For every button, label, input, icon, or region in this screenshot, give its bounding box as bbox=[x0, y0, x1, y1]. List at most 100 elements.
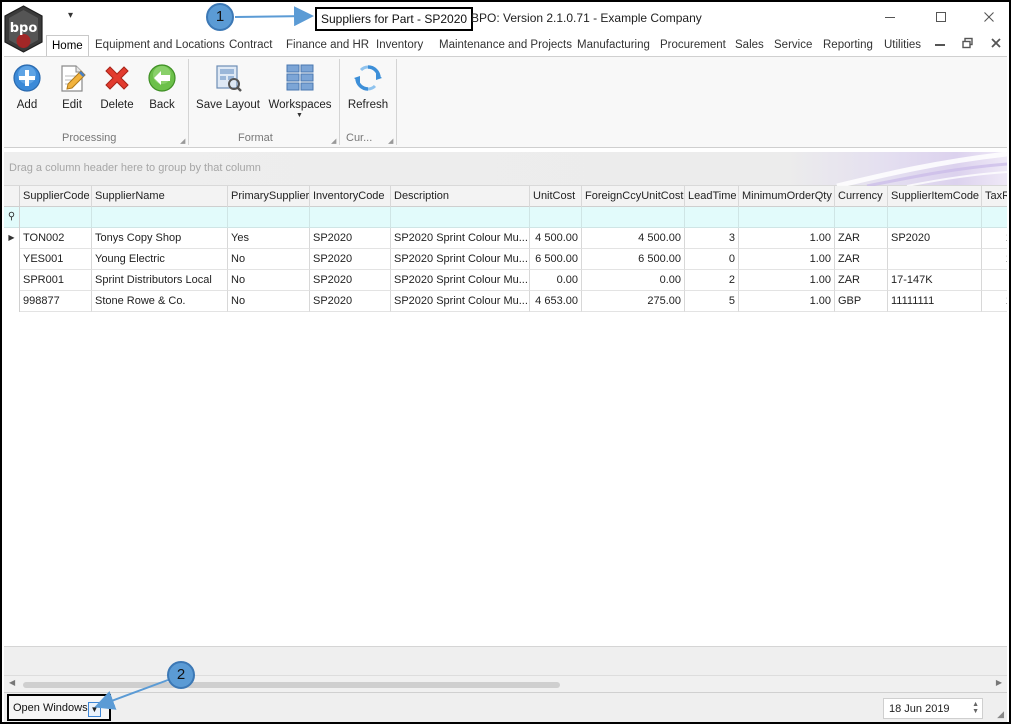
scroll-left-icon[interactable]: ◀ bbox=[9, 678, 15, 687]
horizontal-scrollbar[interactable]: ◀ ▶ bbox=[4, 675, 1007, 692]
mdi-restore-button[interactable] bbox=[962, 37, 974, 52]
group-by-panel[interactable]: Drag a column header here to group by th… bbox=[4, 152, 1007, 186]
cell-suppliercode[interactable]: SPR001 bbox=[20, 270, 92, 291]
cell-taxrate[interactable]: 15 bbox=[982, 291, 1007, 312]
filter-description[interactable] bbox=[391, 207, 530, 228]
row-indicator[interactable] bbox=[4, 249, 20, 270]
tab-service[interactable]: Service bbox=[774, 35, 812, 56]
tab-procurement[interactable]: Procurement bbox=[660, 35, 726, 56]
refresh-button[interactable]: Refresh bbox=[345, 62, 391, 114]
cell-suppliercode[interactable]: TON002 bbox=[20, 228, 92, 249]
cell-suppliername[interactable]: Stone Rowe & Co. bbox=[92, 291, 228, 312]
cell-taxrate[interactable]: 0 bbox=[982, 270, 1007, 291]
tab-reporting[interactable]: Reporting bbox=[823, 35, 873, 56]
cell-leadtime[interactable]: 5 bbox=[685, 291, 739, 312]
filter-suppliername[interactable] bbox=[92, 207, 228, 228]
cell-leadtime[interactable]: 3 bbox=[685, 228, 739, 249]
cell-foreignccyunitcost[interactable]: 0.00 bbox=[582, 270, 685, 291]
tab-contract[interactable]: Contract bbox=[229, 35, 272, 56]
cell-minimumorderqty[interactable]: 1.00 bbox=[739, 228, 835, 249]
table-row[interactable]: 998877 Stone Rowe & Co. No SP2020 SP2020 Spr… bbox=[4, 291, 1007, 312]
cell-supplieritemcode[interactable]: SP2020 bbox=[888, 228, 982, 249]
col-header-taxrate[interactable]: TaxR bbox=[982, 186, 1007, 207]
tab-equipment-and-locations[interactable]: Equipment and Locations bbox=[95, 35, 225, 56]
cell-unitcost[interactable]: 4 500.00 bbox=[530, 228, 582, 249]
col-header-leadtime[interactable]: LeadTime bbox=[685, 186, 739, 207]
cell-suppliercode[interactable]: 998877 bbox=[20, 291, 92, 312]
filter-foreignccyunitcost[interactable] bbox=[582, 207, 685, 228]
mdi-minimize-button[interactable] bbox=[935, 37, 945, 52]
cell-currency[interactable]: ZAR bbox=[835, 249, 888, 270]
cell-suppliername[interactable]: Sprint Distributors Local bbox=[92, 270, 228, 291]
table-row[interactable]: SPR001 Sprint Distributors Local No SP2020 S… bbox=[4, 270, 1007, 291]
cell-description[interactable]: SP2020 Sprint Colour Mu... bbox=[391, 270, 530, 291]
mdi-close-button[interactable] bbox=[991, 37, 1001, 52]
tab-home[interactable]: Home bbox=[46, 35, 89, 56]
minimize-button[interactable] bbox=[878, 7, 902, 29]
col-header-suppliername[interactable]: SupplierName bbox=[92, 186, 228, 207]
filter-inventorycode[interactable] bbox=[310, 207, 391, 228]
tab-inventory[interactable]: Inventory bbox=[376, 35, 423, 56]
col-header-unitcost[interactable]: UnitCost bbox=[530, 186, 582, 207]
cell-minimumorderqty[interactable]: 1.00 bbox=[739, 291, 835, 312]
cell-primarysupplier[interactable]: Yes bbox=[228, 228, 310, 249]
cell-unitcost[interactable]: 6 500.00 bbox=[530, 249, 582, 270]
col-header-minimumorderqty[interactable]: MinimumOrderQty bbox=[739, 186, 835, 207]
cell-currency[interactable]: ZAR bbox=[835, 228, 888, 249]
filter-primarysupplier[interactable] bbox=[228, 207, 310, 228]
tab-sales[interactable]: Sales bbox=[735, 35, 764, 56]
date-spinner-icon[interactable]: ▲ ▼ bbox=[972, 701, 979, 715]
cell-supplieritemcode[interactable]: 11111111 bbox=[888, 291, 982, 312]
cell-description[interactable]: SP2020 Sprint Colour Mu... bbox=[391, 228, 530, 249]
maximize-button[interactable] bbox=[929, 7, 953, 29]
current-row-indicator-icon[interactable]: ▶ bbox=[4, 228, 20, 249]
col-header-primarysupplier[interactable]: PrimarySupplier bbox=[228, 186, 310, 207]
cell-taxrate[interactable]: 15 bbox=[982, 228, 1007, 249]
cell-primarysupplier[interactable]: No bbox=[228, 270, 310, 291]
scroll-right-icon[interactable]: ▶ bbox=[996, 678, 1002, 687]
col-header-description[interactable]: Description bbox=[391, 186, 530, 207]
filter-currency[interactable] bbox=[835, 207, 888, 228]
cell-foreignccyunitcost[interactable]: 4 500.00 bbox=[582, 228, 685, 249]
filter-supplieritemcode[interactable] bbox=[888, 207, 982, 228]
cell-inventorycode[interactable]: SP2020 bbox=[310, 270, 391, 291]
cell-taxrate[interactable]: 15 bbox=[982, 249, 1007, 270]
cell-supplieritemcode[interactable] bbox=[888, 249, 982, 270]
cell-inventorycode[interactable]: SP2020 bbox=[310, 228, 391, 249]
filter-leadtime[interactable] bbox=[685, 207, 739, 228]
tab-finance-and-hr[interactable]: Finance and HR bbox=[286, 35, 369, 56]
cell-supplieritemcode[interactable]: 17-147K bbox=[888, 270, 982, 291]
cell-unitcost[interactable]: 4 653.00 bbox=[530, 291, 582, 312]
chevron-down-icon[interactable]: ▼ bbox=[88, 702, 101, 717]
cell-unitcost[interactable]: 0.00 bbox=[530, 270, 582, 291]
tab-manufacturing[interactable]: Manufacturing bbox=[577, 35, 650, 56]
cell-foreignccyunitcost[interactable]: 6 500.00 bbox=[582, 249, 685, 270]
cell-description[interactable]: SP2020 Sprint Colour Mu... bbox=[391, 249, 530, 270]
cell-leadtime[interactable]: 2 bbox=[685, 270, 739, 291]
cell-inventorycode[interactable]: SP2020 bbox=[310, 249, 391, 270]
cell-description[interactable]: SP2020 Sprint Colour Mu... bbox=[391, 291, 530, 312]
col-header-suppliercode[interactable]: SupplierCode bbox=[20, 186, 92, 207]
cell-minimumorderqty[interactable]: 1.00 bbox=[739, 249, 835, 270]
tab-maintenance-and-projects[interactable]: Maintenance and Projects bbox=[439, 35, 572, 56]
cell-currency[interactable]: GBP bbox=[835, 291, 888, 312]
filter-unitcost[interactable] bbox=[530, 207, 582, 228]
cell-inventorycode[interactable]: SP2020 bbox=[310, 291, 391, 312]
row-indicator[interactable] bbox=[4, 291, 20, 312]
cell-leadtime[interactable]: 0 bbox=[685, 249, 739, 270]
close-button[interactable] bbox=[977, 7, 1001, 29]
save-layout-button[interactable]: Save Layout bbox=[196, 62, 260, 114]
cell-suppliercode[interactable]: YES001 bbox=[20, 249, 92, 270]
scrollbar-thumb[interactable] bbox=[23, 682, 560, 688]
cell-suppliername[interactable]: Tonys Copy Shop bbox=[92, 228, 228, 249]
resize-grip-icon[interactable]: ◢ bbox=[997, 709, 1004, 720]
date-picker[interactable]: 18 Jun 2019 ▲ ▼ bbox=[883, 698, 983, 719]
cell-suppliername[interactable]: Young Electric bbox=[92, 249, 228, 270]
filter-suppliercode[interactable] bbox=[20, 207, 92, 228]
cell-minimumorderqty[interactable]: 1.00 bbox=[739, 270, 835, 291]
current-launcher[interactable]: ◢ bbox=[388, 137, 393, 145]
app-logo[interactable]: bpo bbox=[3, 5, 44, 53]
tab-utilities[interactable]: Utilities bbox=[884, 35, 921, 56]
col-header-foreignccyunitcost[interactable]: ForeignCcyUnitCost bbox=[582, 186, 685, 207]
cell-primarysupplier[interactable]: No bbox=[228, 291, 310, 312]
